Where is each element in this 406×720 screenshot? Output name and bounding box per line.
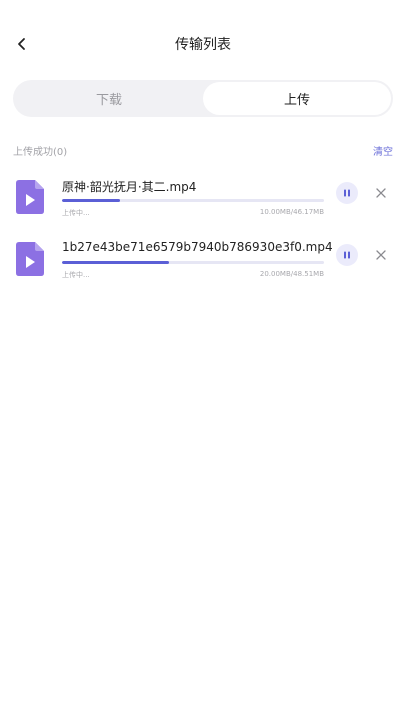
tab-upload[interactable]: 上传 <box>203 82 391 115</box>
file-name: 原神·韶光抚月·其二.mp4 <box>62 180 197 194</box>
progress-bar <box>62 199 324 202</box>
section-header: 上传成功(0) 清空 <box>13 142 393 158</box>
progress-fill <box>62 261 170 264</box>
upload-status: 上传中... <box>62 271 90 279</box>
header: 传输列表 <box>0 0 406 88</box>
cancel-upload-button[interactable] <box>372 184 390 202</box>
tab-download[interactable]: 下载 <box>15 82 203 115</box>
list-item: 1b27e43be71e6579b7940b786930e3f0.mp4 上传中… <box>16 238 392 290</box>
upload-status: 上传中... <box>62 209 90 217</box>
close-icon <box>376 250 386 260</box>
file-size: 10.00MB/46.17MB <box>259 208 324 216</box>
list-item: 原神·韶光抚月·其二.mp4 上传中... 10.00MB/46.17MB <box>16 176 392 228</box>
video-file-icon <box>16 180 44 214</box>
file-size: 20.00MB/48.51MB <box>259 270 324 278</box>
pause-button[interactable] <box>336 182 358 204</box>
file-name: 1b27e43be71e6579b7940b786930e3f0.mp4 <box>62 240 333 254</box>
clear-button[interactable]: 清空 <box>373 143 393 158</box>
video-file-icon <box>16 242 44 276</box>
pause-button[interactable] <box>336 244 358 266</box>
close-icon <box>376 188 386 198</box>
progress-fill <box>62 199 120 202</box>
cancel-upload-button[interactable] <box>372 246 390 264</box>
progress-bar <box>62 261 324 264</box>
transfer-tabs: 下载 上传 <box>13 80 393 117</box>
upload-success-label: 上传成功(0) <box>13 146 68 158</box>
pause-icon <box>344 189 350 197</box>
page-title: 传输列表 <box>175 37 231 53</box>
pause-icon <box>344 251 350 259</box>
